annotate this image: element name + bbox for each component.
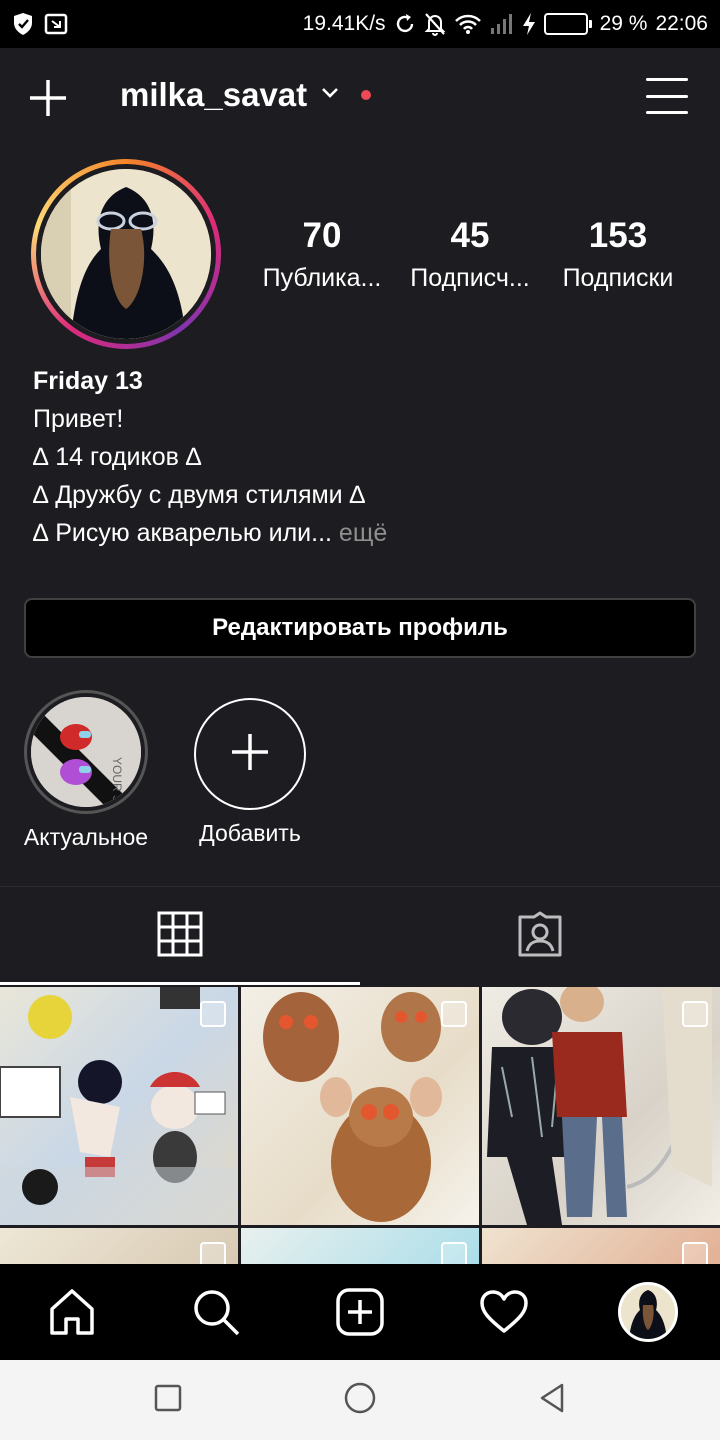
profile-stats: 70 Публика... 45 Подписч... 153 Подписки — [248, 214, 708, 298]
home-icon[interactable] — [32, 1272, 112, 1352]
profile-header: milka_savat — [0, 48, 720, 148]
wifi-icon — [454, 13, 482, 35]
profile-avatar — [618, 1282, 678, 1342]
post-thumbnail[interactable] — [0, 1228, 238, 1265]
highlight-cover: YOUR SELF — [24, 690, 148, 814]
multiple-posts-icon — [441, 1001, 467, 1027]
signal-icon — [490, 13, 514, 35]
account-switcher[interactable]: milka_savat — [120, 76, 372, 114]
plus-icon — [230, 732, 270, 777]
posts-grid — [0, 987, 720, 1265]
bio-more-link[interactable]: ещё — [339, 519, 387, 547]
highlight-label: Добавить — [199, 820, 301, 846]
battery-percent: 29 % — [599, 12, 648, 35]
multiple-posts-icon — [682, 1001, 708, 1027]
followers-label: Подписч... — [410, 264, 530, 292]
battery-icon — [543, 13, 592, 35]
grid-icon — [157, 911, 203, 962]
profile-bio: Friday 13 Привет! ∆ 14 годиков ∆ ∆ Дружб… — [33, 362, 387, 552]
username: milka_savat — [120, 76, 308, 113]
charging-icon — [522, 12, 536, 36]
bio-name: Friday 13 — [33, 367, 143, 395]
followers-count: 45 — [450, 216, 490, 255]
bio-line: ∆ 14 годиков ∆ — [33, 443, 202, 471]
post-thumbnail[interactable] — [0, 987, 238, 1225]
profile-avatar-ring[interactable] — [31, 159, 221, 349]
sync-icon — [394, 13, 416, 35]
bell-off-icon — [424, 12, 446, 36]
tab-posts-grid[interactable] — [0, 887, 360, 985]
stat-following[interactable]: 153 Подписки — [544, 214, 692, 298]
post-thumbnail[interactable] — [482, 1228, 720, 1265]
multiple-posts-icon — [682, 1242, 708, 1265]
new-post-icon[interactable] — [320, 1272, 400, 1352]
bio-line-last: ∆ Рисую акварелью или... ещё — [33, 514, 387, 552]
search-icon[interactable] — [176, 1272, 256, 1352]
highlight-actual[interactable]: YOUR SELF Актуальное — [16, 690, 156, 851]
multiple-posts-icon — [441, 1242, 467, 1265]
heart-icon[interactable] — [464, 1272, 544, 1352]
system-nav-bar — [0, 1360, 720, 1440]
posts-count: 70 — [302, 216, 342, 255]
following-count: 153 — [588, 216, 648, 255]
stat-followers[interactable]: 45 Подписч... — [396, 214, 544, 298]
shield-icon — [12, 12, 34, 36]
highlight-label: Актуальное — [23, 824, 149, 850]
post-thumbnail[interactable] — [241, 987, 479, 1225]
posts-label: Публика... — [262, 264, 382, 292]
home-circle-icon[interactable] — [343, 1381, 377, 1420]
svg-text:YOUR SELF: YOUR SELF — [110, 757, 124, 807]
recents-icon[interactable] — [153, 1383, 183, 1418]
post-thumbnail[interactable] — [482, 987, 720, 1225]
chevron-down-icon — [321, 86, 339, 104]
bio-line: ∆ Дружбу с двумя стилями ∆ — [33, 481, 365, 509]
highlight-add[interactable]: Добавить — [180, 690, 320, 847]
menu-icon[interactable] — [646, 78, 688, 114]
profile-avatar — [41, 169, 211, 339]
screen-icon — [44, 13, 68, 35]
post-thumbnail[interactable] — [241, 1228, 479, 1265]
tagged-icon — [516, 911, 564, 962]
edit-profile-button[interactable]: Редактировать профиль — [24, 598, 696, 658]
plus-icon[interactable] — [28, 78, 68, 118]
profile-tabs — [0, 887, 720, 985]
bio-line: ∆ Рисую акварелью или... — [33, 519, 332, 547]
profile-tab[interactable] — [608, 1272, 688, 1352]
bottom-nav — [0, 1264, 720, 1360]
notification-dot — [361, 90, 372, 100]
stat-posts[interactable]: 70 Публика... — [248, 214, 396, 298]
tab-tagged[interactable] — [360, 887, 720, 985]
clock: 22:06 — [655, 12, 708, 35]
network-speed: 19.41K/s — [302, 12, 386, 35]
status-bar: 19.41K/s 29 % 22:06 — [0, 0, 720, 48]
back-icon[interactable] — [537, 1382, 567, 1419]
multiple-posts-icon — [200, 1001, 226, 1027]
following-label: Подписки — [562, 264, 674, 292]
bio-line: Привет! — [33, 405, 124, 433]
multiple-posts-icon — [200, 1242, 226, 1265]
add-highlight-circle — [194, 698, 306, 810]
